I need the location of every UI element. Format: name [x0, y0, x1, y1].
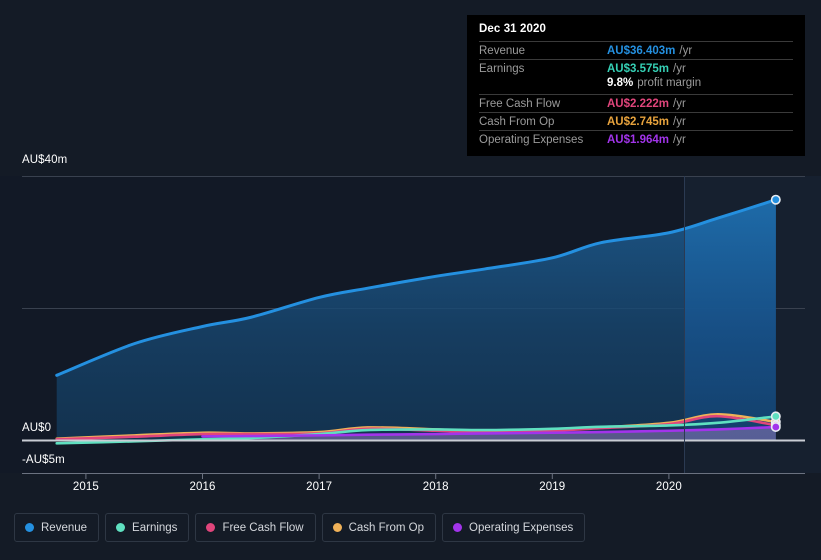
tooltip-unit-free-cash-flow: /yr — [673, 97, 686, 110]
x-axis-label-2018: 2018 — [422, 481, 449, 493]
legend-item-operating-expenses[interactable]: Operating Expenses — [442, 513, 586, 542]
y-axis-label-0: AU$0 — [22, 422, 52, 434]
tooltip-label-free-cash-flow: Free Cash Flow — [479, 97, 561, 110]
legend-item-free-cash-flow[interactable]: Free Cash Flow — [195, 513, 316, 542]
legend-item-cash-from-op[interactable]: Cash From Op — [321, 513, 437, 542]
tooltip-label-cash-from-op: Cash From Op — [479, 115, 555, 128]
tooltip-unit-operating-expenses: /yr — [673, 133, 686, 146]
tooltip-label-earnings: Earnings — [479, 62, 525, 75]
y-axis-label-neg5m: -AU$5m — [22, 454, 65, 466]
y-axis-label-40m: AU$40m — [22, 154, 68, 166]
legend-dot-icon — [116, 523, 126, 532]
tooltip-text-profit-margin: profit margin — [637, 77, 702, 89]
tooltip-row-revenue: Revenue AU$36.403m /yr — [479, 41, 793, 59]
legend-dot-icon — [25, 523, 34, 532]
legend-label: Free Cash Flow — [222, 521, 304, 534]
tooltip-row-earnings: Earnings AU$3.575m /yr — [479, 59, 793, 77]
tooltip-unit-revenue: /yr — [679, 44, 693, 57]
legend-dot-icon — [206, 523, 216, 532]
tooltip-value-free-cash-flow: AU$2.222m — [607, 97, 670, 110]
tooltip-value-cash-from-op: AU$2.745m — [607, 115, 670, 128]
legend-dot-icon — [453, 523, 463, 532]
x-axis-label-2015: 2015 — [72, 481, 99, 493]
tooltip-row-profit-margin: 9.8% profit margin — [479, 77, 793, 94]
end-marker-operating-expenses — [770, 421, 781, 432]
tooltip-value-profit-margin: 9.8% — [607, 77, 634, 89]
legend-label: Revenue — [41, 521, 88, 534]
tooltip-unit-earnings: /yr — [673, 62, 686, 75]
x-axis-label-2019: 2019 — [539, 481, 566, 493]
x-axis-label-2017: 2017 — [306, 481, 333, 493]
legend-label: Earnings — [132, 521, 178, 534]
x-axis-label-2016: 2016 — [189, 481, 216, 493]
tooltip-value-earnings: AU$3.575m — [607, 62, 670, 75]
end-marker-revenue — [770, 194, 781, 205]
legend-item-earnings[interactable]: Earnings — [105, 513, 190, 542]
legend-label: Cash From Op — [348, 521, 425, 534]
tooltip-value-revenue: AU$36.403m — [607, 44, 676, 57]
legend-dot-icon — [332, 523, 342, 532]
tooltip-date: Dec 31 2020 — [479, 23, 546, 35]
end-marker-earnings — [770, 411, 781, 422]
tooltip-label-operating-expenses: Operating Expenses — [479, 133, 584, 146]
chart-legend: Revenue Earnings Free Cash Flow Cash From O… — [14, 513, 586, 542]
x-axis-label-2020: 2020 — [655, 481, 682, 493]
tooltip-row-operating-expenses: Operating Expenses AU$1.964m /yr — [479, 130, 793, 148]
tooltip-row-cash-from-op: Cash From Op AU$2.745m /yr — [479, 112, 793, 130]
legend-label: Operating Expenses — [469, 521, 574, 534]
tooltip-value-operating-expenses: AU$1.964m — [607, 133, 670, 146]
legend-item-revenue[interactable]: Revenue — [14, 513, 100, 542]
tooltip-unit-cash-from-op: /yr — [673, 115, 686, 128]
chart-tooltip: Dec 31 2020 Revenue AU$36.403m /yr Earni… — [467, 15, 805, 156]
tooltip-row-free-cash-flow: Free Cash Flow AU$2.222m /yr — [479, 94, 793, 112]
tooltip-label-revenue: Revenue — [479, 44, 526, 57]
